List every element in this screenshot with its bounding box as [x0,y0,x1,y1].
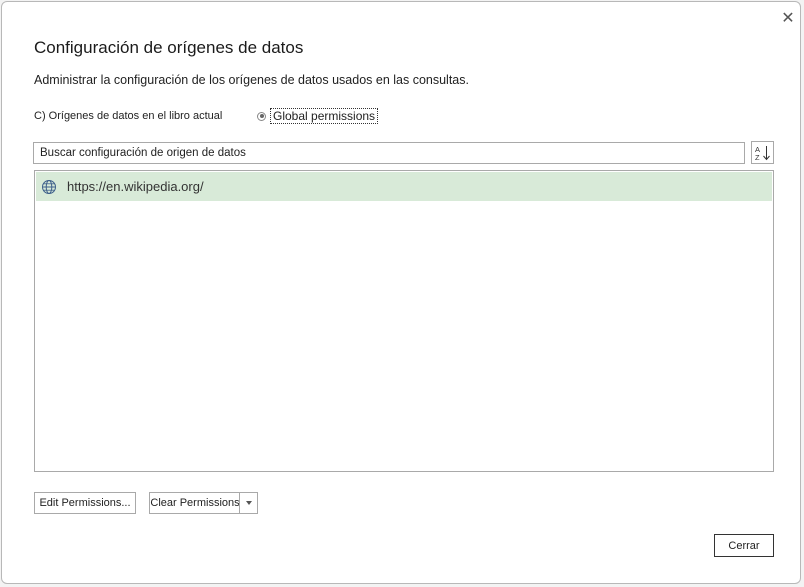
edit-permissions-button[interactable]: Edit Permissions... [34,492,136,514]
data-source-list[interactable]: https://en.wikipedia.org/ [34,170,774,472]
clear-permissions-button[interactable]: Clear Permissions [149,492,240,514]
close-button[interactable]: Cerrar [714,534,774,557]
data-source-settings-dialog: ✕ Configuración de orígenes de datos Adm… [1,1,801,584]
global-permissions-label: Global permissions [270,108,379,124]
clear-permissions-dropdown[interactable] [239,492,258,514]
dialog-title: Configuración de orígenes de datos [34,38,304,57]
sort-button[interactable]: A Z [751,141,774,164]
list-item[interactable]: https://en.wikipedia.org/ [36,172,772,201]
current-workbook-label: C) Orígenes de datos en el libro actual [34,110,223,122]
close-icon[interactable]: ✕ [777,8,799,28]
svg-text:Z: Z [755,153,760,162]
dialog-description: Administrar la configuración de los oríg… [34,73,469,87]
global-permissions-radio[interactable] [257,111,266,121]
scope-current-workbook[interactable]: C) Orígenes de datos en el libro actual [34,108,222,124]
globe-icon [41,179,57,195]
sort-az-icon: A Z [755,145,770,162]
scope-global-permissions[interactable]: Global permissions [257,108,379,124]
search-input[interactable]: Buscar configuración de origen de datos [33,142,745,164]
list-item-label: https://en.wikipedia.org/ [67,179,204,194]
chevron-down-icon [245,501,252,505]
